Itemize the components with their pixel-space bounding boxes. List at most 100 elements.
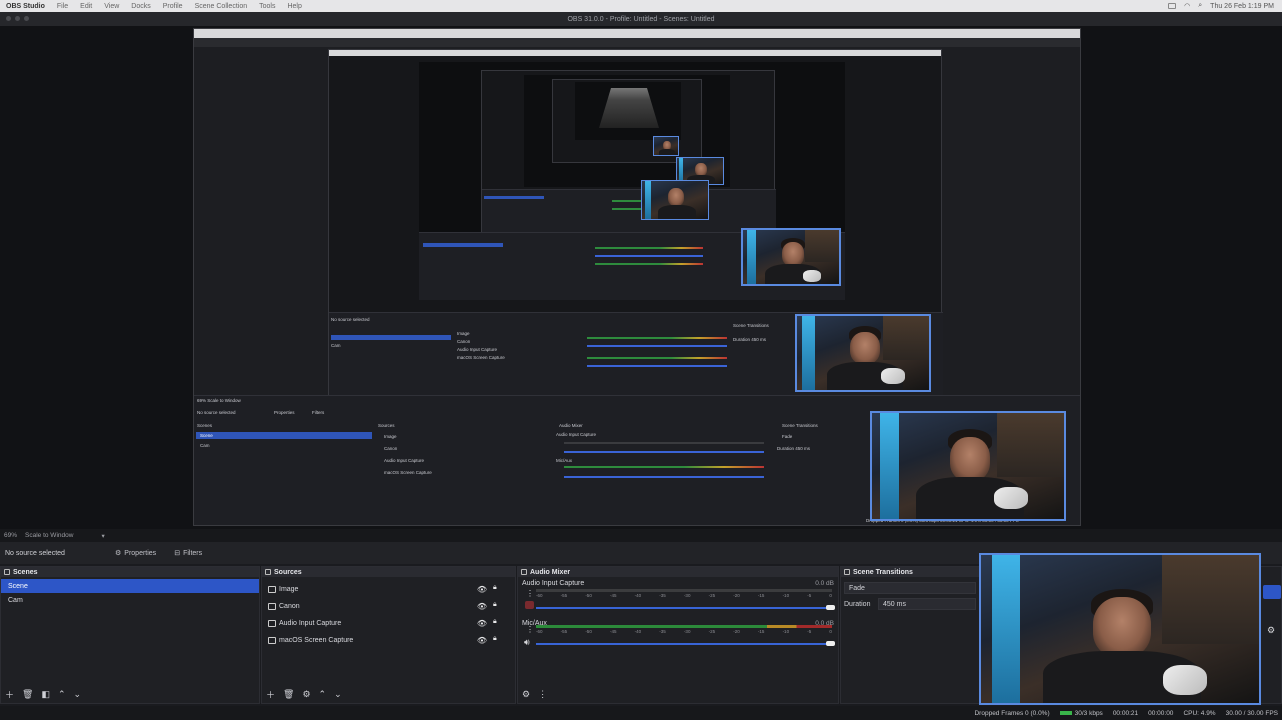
move-up-button[interactable]: ⌃ [319,689,327,700]
dock-icon [265,569,271,575]
menu-edit[interactable]: Edit [80,3,92,10]
muted-speaker-icon[interactable] [525,601,534,609]
lock-icon[interactable]: 🔒︎ [493,618,500,626]
lock-icon[interactable]: 🔒︎ [493,635,500,643]
volume-slider[interactable] [536,643,832,645]
bitrate: 30/3 kbps [1059,709,1103,717]
speaker-icon[interactable]: 🔊︎ [524,637,530,648]
menu-scene-collection[interactable]: Scene Collection [195,3,248,10]
lock-icon[interactable]: 🔒︎ [493,601,500,609]
source-label: Canon [279,603,300,610]
dock-icon [844,569,850,575]
window-title: OBS 31.0.0 - Profile: Untitled - Scenes:… [567,15,715,23]
close-window-button[interactable] [6,16,11,21]
eye-icon[interactable]: 👁︎ [477,619,487,628]
menu-file[interactable]: File [57,3,68,10]
add-source-button[interactable]: ＋ [266,688,275,701]
duration-label: Duration [844,600,871,608]
sources-dock: Sources Image 👁︎ 🔒︎ Canon 👁︎ 🔒︎ Audio In… [261,566,516,704]
lock-icon[interactable]: 🔒︎ [493,584,500,592]
properties-button[interactable]: ⚙ Properties [109,547,162,559]
nested3-preview [524,75,730,187]
window-controls [6,16,29,21]
volume-slider-knob[interactable] [826,605,835,610]
stream-health-indicator [1059,710,1072,715]
preview-screen-capture: No source selected Cam Image Canon Audio… [193,28,1081,526]
volume-meter [536,589,832,592]
source-item-image[interactable]: Image 👁︎ 🔒︎ [262,581,515,598]
trash-icon[interactable]: 🗑︎ [22,689,33,700]
chevron-down-icon[interactable]: ▾ [101,532,104,540]
source-item-canon[interactable]: Canon 👁︎ 🔒︎ [262,598,515,615]
move-up-button[interactable]: ⌃ [58,689,66,700]
nested-window-2: No source selected Cam Image Canon Audio… [328,49,943,396]
source-item-audio-input[interactable]: Audio Input Capture 👁︎ 🔒︎ [262,615,515,632]
eye-icon[interactable]: 👁︎ [477,585,487,594]
meter-ticks: -60 -55 -50 -45 -40 -35 -30 -25 -20 -15 -10 -5 0 [536,629,832,634]
eye-icon[interactable]: 👁︎ [477,602,487,611]
minimize-window-button[interactable] [15,16,20,21]
move-down-button[interactable]: ⌄ [334,689,342,700]
volume-slider[interactable] [536,607,832,609]
battery-icon[interactable] [1168,3,1177,9]
source-label: Image [279,586,299,593]
mixer-toolbar: ⚙ ⋮ [518,685,838,703]
zoom-window-button[interactable] [24,16,29,21]
menu-app-name[interactable]: OBS Studio [6,3,45,10]
status-bar: Dropped Frames 0 (0.0%) 30/3 kbps 00:00:… [0,706,1282,720]
source-item-screen-capture[interactable]: macOS Screen Capture 👁︎ 🔒︎ [262,632,515,649]
menu-view[interactable]: View [104,3,119,10]
start-streaming-button[interactable] [1263,585,1281,599]
search-icon[interactable]: ⌕ [1198,2,1202,10]
fps-readout: 30.00 / 30.00 FPS [1225,709,1278,717]
eye-icon[interactable]: 👁︎ [477,636,487,645]
nested-menubar [194,29,1080,38]
properties-button-label: Properties [124,549,157,557]
volume-meter [536,625,832,628]
trash-icon[interactable]: 🗑︎ [283,689,294,700]
wifi-icon[interactable]: ◠ [1184,2,1190,10]
kebab-menu-icon[interactable]: ⋮ [526,625,534,634]
filters-button[interactable]: ⊟ Filters [168,547,208,559]
nested2-webcam-large [741,228,841,286]
scenes-dock-header: Scenes [1,567,259,577]
channel-name: Audio Input Capture [522,580,585,587]
bitrate-value: 30/3 kbps [1074,709,1103,717]
zoom-level[interactable]: 69% [4,532,17,539]
transition-type-select[interactable]: Fade [844,582,976,594]
nested4-webcam [653,136,679,156]
nested2-webcam [641,180,709,220]
nested2-menubar [329,50,941,56]
gear-icon[interactable]: ⚙ [302,689,310,700]
menu-help[interactable]: Help [287,3,301,10]
scene-transitions-header: Scene Transitions [841,567,979,577]
filter-icon: ⊟ [174,550,181,557]
recording-time: 00:00:21 [1112,709,1139,717]
scene-item-scene[interactable]: Scene [1,579,259,593]
volume-slider-knob[interactable] [826,641,835,646]
gear-icon[interactable]: ⚙ [522,689,530,700]
menubar-clock[interactable]: Thu 26 Feb 1:19 PM [1210,3,1274,10]
microphone-icon [268,620,276,627]
scene-item-cam[interactable]: Cam [1,593,259,607]
move-down-button[interactable]: ⌄ [74,689,82,700]
sources-dock-header: Sources [262,567,515,577]
kebab-menu-icon[interactable]: ⋮ [538,689,547,700]
add-scene-button[interactable]: ＋ [5,688,14,701]
menu-docks[interactable]: Docks [131,3,150,10]
scene-transitions-title: Scene Transitions [853,568,913,576]
person-head [1093,597,1151,657]
gear-icon: ⚙ [115,550,122,557]
gear-icon[interactable]: ⚙ [1267,625,1275,636]
duration-input[interactable]: 450 ms [878,598,976,610]
menu-tools[interactable]: Tools [259,3,275,10]
scene-filters-button[interactable]: ◧ [41,689,50,700]
nested-window-1-webcam [870,411,1066,521]
menu-profile[interactable]: Profile [163,3,183,10]
scale-mode-select[interactable]: Scale to Window [25,532,73,539]
preview-scale-bar: 69% Scale to Window ▾ [0,529,1282,542]
scenes-dock: Scenes Scene Cam ＋ 🗑︎ ◧ ⌃ ⌄ [0,566,260,704]
kebab-menu-icon[interactable]: ⋮ [526,589,534,598]
window-titlebar: OBS 31.0.0 - Profile: Untitled - Scenes:… [0,12,1282,26]
sources-list: Image 👁︎ 🔒︎ Canon 👁︎ 🔒︎ Audio Input Capt… [262,577,515,649]
